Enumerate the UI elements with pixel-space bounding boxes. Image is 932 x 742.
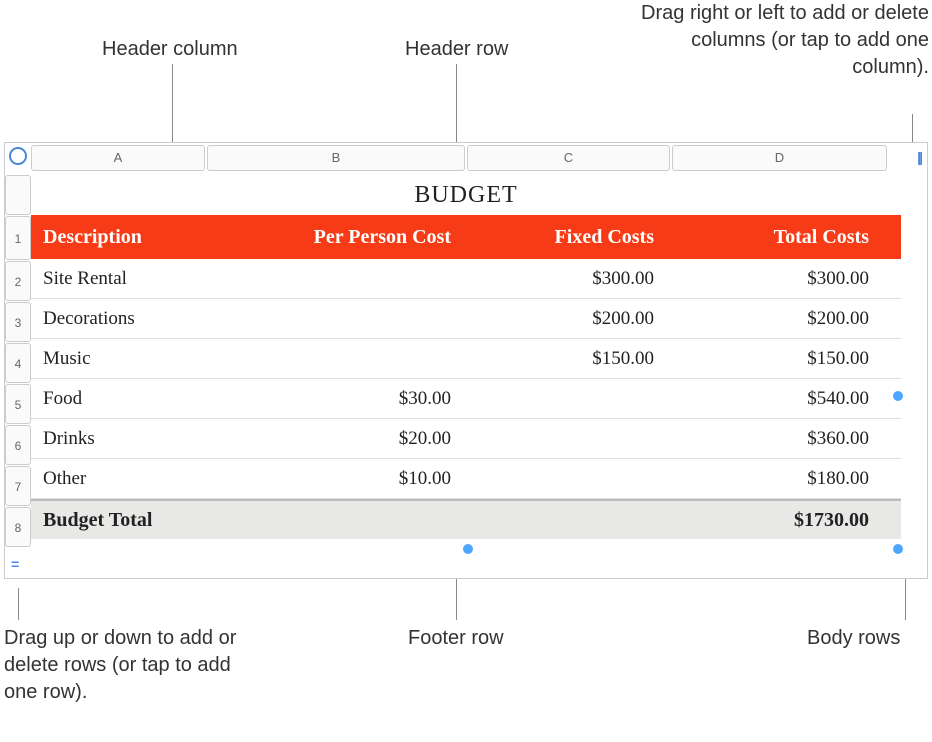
col-header-b[interactable]: B — [207, 145, 465, 171]
cell-fixed[interactable]: $150.00 — [463, 348, 666, 370]
row-label-7[interactable]: 7 — [5, 466, 31, 506]
add-row-handle[interactable]: = — [11, 556, 19, 572]
cell-perp[interactable]: $30.00 — [205, 388, 463, 410]
leader-line — [456, 572, 457, 620]
selection-handle[interactable] — [893, 544, 903, 554]
table-row: Decorations $200.00 $200.00 — [31, 299, 901, 339]
selection-handle[interactable] — [893, 391, 903, 401]
callout-footer-row: Footer row — [408, 625, 504, 652]
table-header-row: Description Per Person Cost Fixed Costs … — [31, 215, 901, 259]
cell-total[interactable]: $200.00 — [666, 308, 881, 330]
column-headers: A B C D — [31, 145, 901, 171]
header-per-person[interactable]: Per Person Cost — [205, 226, 463, 249]
row-label-1[interactable]: 1 — [5, 216, 31, 260]
table-footer-row: Budget Total $1730.00 — [31, 499, 901, 539]
row-label-5[interactable]: 5 — [5, 384, 31, 424]
cell-desc[interactable]: Food — [31, 388, 205, 410]
row-label-4[interactable]: 4 — [5, 343, 31, 383]
table-row: Music $150.00 $150.00 — [31, 339, 901, 379]
cell-total[interactable]: $540.00 — [666, 388, 881, 410]
row-label-6[interactable]: 6 — [5, 425, 31, 465]
col-header-a[interactable]: A — [31, 145, 205, 171]
cell-perp[interactable]: $10.00 — [205, 468, 463, 490]
cell-fixed[interactable]: $300.00 — [463, 268, 666, 290]
cell-total[interactable]: $300.00 — [666, 268, 881, 290]
cell-desc[interactable]: Drinks — [31, 428, 205, 450]
selection-handle[interactable] — [463, 544, 473, 554]
cell-total[interactable]: $150.00 — [666, 348, 881, 370]
spreadsheet: || A B C D 1 2 3 4 5 6 7 8 BUDGET Descri… — [4, 142, 928, 579]
cell-total[interactable]: $360.00 — [666, 428, 881, 450]
table-corner-handle[interactable] — [9, 147, 27, 165]
table-title[interactable]: BUDGET — [31, 175, 901, 215]
callout-col-handle: Drag right or left to add or delete colu… — [629, 0, 929, 81]
col-header-c[interactable]: C — [467, 145, 670, 171]
table-row: Food $30.00 $540.00 — [31, 379, 901, 419]
callout-body-rows: Body rows — [807, 625, 900, 652]
cell-desc[interactable]: Music — [31, 348, 205, 370]
table-row: Site Rental $300.00 $300.00 — [31, 259, 901, 299]
callout-header-row: Header row — [405, 36, 508, 63]
footer-label[interactable]: Budget Total — [31, 509, 205, 532]
header-total[interactable]: Total Costs — [666, 226, 881, 249]
cell-total[interactable]: $180.00 — [666, 468, 881, 490]
table-row: Drinks $20.00 $360.00 — [31, 419, 901, 459]
cell-desc[interactable]: Decorations — [31, 308, 205, 330]
header-fixed[interactable]: Fixed Costs — [463, 226, 666, 249]
budget-table: BUDGET Description Per Person Cost Fixed… — [31, 175, 901, 548]
header-description[interactable]: Description — [31, 226, 205, 249]
leader-line — [18, 588, 19, 620]
row-label-8[interactable]: 8 — [5, 507, 31, 547]
row-label-2[interactable]: 2 — [5, 261, 31, 301]
row-labels: 1 2 3 4 5 6 7 8 — [5, 175, 31, 548]
row-label-3[interactable]: 3 — [5, 302, 31, 342]
callout-header-column: Header column — [102, 36, 238, 63]
table-row: Other $10.00 $180.00 — [31, 459, 901, 499]
cell-fixed[interactable]: $200.00 — [463, 308, 666, 330]
row-label-spacer — [5, 175, 31, 215]
col-header-d[interactable]: D — [672, 145, 887, 171]
add-column-handle[interactable]: || — [917, 149, 921, 165]
cell-desc[interactable]: Site Rental — [31, 268, 205, 290]
cell-perp[interactable]: $20.00 — [205, 428, 463, 450]
footer-total[interactable]: $1730.00 — [666, 509, 881, 532]
callout-row-handle: Drag up or down to add or delete rows (o… — [4, 625, 264, 706]
cell-desc[interactable]: Other — [31, 468, 205, 490]
